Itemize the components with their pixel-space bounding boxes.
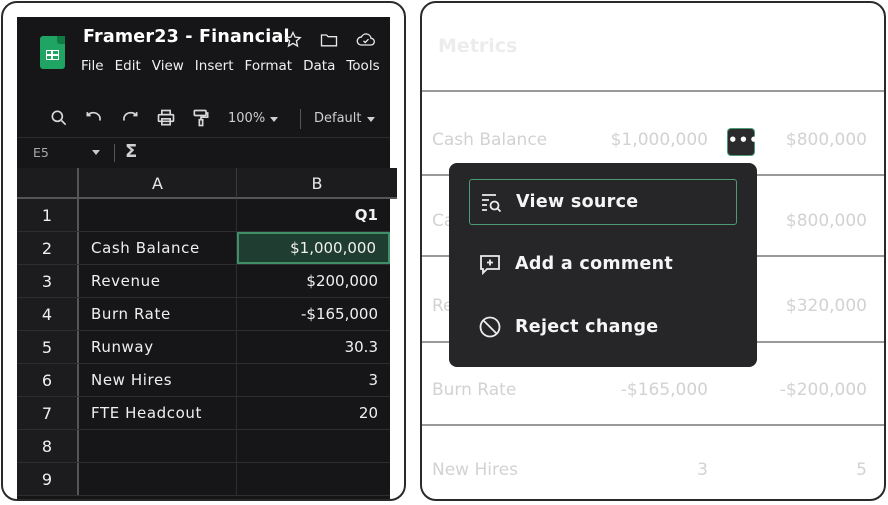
- metric-row: New Hires 3 5: [422, 424, 884, 499]
- metric-value-current: $1,000,000: [610, 130, 708, 150]
- cell[interactable]: [79, 199, 237, 231]
- menu-file[interactable]: File: [81, 58, 104, 74]
- formula-divider: [114, 144, 115, 162]
- metric-label: Burn Rate: [432, 380, 517, 400]
- cell[interactable]: FTE Headcout: [79, 397, 237, 429]
- reject-icon: [479, 316, 501, 338]
- spreadsheet-card: Framer23 - Financial File Edit View Inse…: [1, 1, 406, 501]
- cell[interactable]: Burn Rate: [79, 298, 237, 330]
- more-options-button[interactable]: •••: [727, 128, 759, 156]
- sheets-logo-icon[interactable]: [40, 36, 65, 69]
- metrics-card: Metrics Cash Balance $1,000,000 $800,000…: [420, 1, 886, 501]
- font-select[interactable]: Default: [314, 111, 362, 126]
- cloud-icon[interactable]: [353, 30, 379, 50]
- metric-value-current: -$165,000: [620, 380, 708, 400]
- menu-bar: File Edit View Insert Format Data Tools: [81, 58, 391, 74]
- cell[interactable]: Cash Balance: [79, 232, 237, 264]
- metric-label: Cash Balance: [432, 130, 548, 150]
- cell[interactable]: $200,000: [237, 265, 390, 297]
- table-row: 5 Runway 30.3: [17, 331, 390, 364]
- cell[interactable]: -$165,000: [237, 298, 390, 330]
- menu-item-reject-change[interactable]: Reject change: [469, 305, 737, 351]
- table-row: 7 FTE Headcout 20: [17, 397, 390, 430]
- document-title[interactable]: Framer23 - Financial: [83, 27, 290, 47]
- cell[interactable]: New Hires: [79, 364, 237, 396]
- table-row: 6 New Hires 3: [17, 364, 390, 397]
- metrics-title: Metrics: [438, 35, 518, 57]
- print-icon[interactable]: [156, 108, 176, 128]
- zoom-chevron-icon[interactable]: [270, 117, 278, 122]
- paint-format-icon[interactable]: [191, 108, 211, 128]
- cell[interactable]: [79, 463, 237, 495]
- selected-cell[interactable]: $1,000,000: [237, 232, 390, 264]
- row-header[interactable]: 2: [17, 232, 79, 264]
- row-header[interactable]: 3: [17, 265, 79, 297]
- row-header[interactable]: 5: [17, 331, 79, 363]
- column-header-a[interactable]: A: [79, 168, 237, 199]
- menu-item-label: Add a comment: [515, 254, 674, 274]
- toolbar: 100% Default: [17, 101, 390, 138]
- table-row: 3 Revenue $200,000: [17, 265, 390, 298]
- search-icon[interactable]: [49, 108, 69, 128]
- toolbar-divider: [300, 109, 301, 129]
- font-chevron-icon[interactable]: [367, 117, 375, 122]
- select-all-corner[interactable]: [17, 168, 79, 199]
- undo-icon[interactable]: [84, 108, 104, 128]
- metric-row: Cash Balance $1,000,000 $800,000: [422, 90, 884, 174]
- metric-value-current: 3: [697, 460, 708, 480]
- cell[interactable]: Revenue: [79, 265, 237, 297]
- star-icon[interactable]: [282, 30, 304, 50]
- cell[interactable]: 30.3: [237, 331, 390, 363]
- menu-item-label: Reject change: [515, 317, 659, 337]
- menu-tools[interactable]: Tools: [346, 58, 379, 74]
- title-bar: Framer23 - Financial File Edit View Inse…: [17, 17, 390, 101]
- table-row: 9: [17, 463, 390, 496]
- row-header[interactable]: 7: [17, 397, 79, 429]
- menu-item-add-comment[interactable]: Add a comment: [469, 242, 737, 288]
- row-header[interactable]: 6: [17, 364, 79, 396]
- cell-reference[interactable]: E5: [33, 145, 49, 160]
- menu-edit[interactable]: Edit: [115, 58, 141, 74]
- cell[interactable]: Q1: [237, 199, 390, 231]
- sigma-icon[interactable]: Σ: [125, 141, 137, 162]
- menu-item-view-source[interactable]: View source: [469, 179, 737, 225]
- menu-item-label: View source: [516, 192, 639, 212]
- spreadsheet-app: Framer23 - Financial File Edit View Inse…: [17, 17, 397, 499]
- cell[interactable]: [237, 430, 390, 462]
- metric-value-previous: -$200,000: [779, 380, 867, 400]
- row-header[interactable]: 1: [17, 199, 79, 231]
- metric-value-previous: $320,000: [785, 296, 867, 316]
- menu-data[interactable]: Data: [303, 58, 335, 74]
- column-header-b[interactable]: B: [237, 168, 397, 199]
- cell[interactable]: [237, 463, 390, 495]
- metric-value-previous: $800,000: [785, 211, 867, 231]
- table-row: 1 Q1: [17, 199, 390, 232]
- cell-grid: A B 1 Q1 2 Cash Balance $1,000,000 3 Rev…: [17, 168, 397, 499]
- cell[interactable]: 3: [237, 364, 390, 396]
- metric-value-previous: $800,000: [785, 130, 867, 150]
- table-row: 8: [17, 430, 390, 463]
- table-row: 4 Burn Rate -$165,000: [17, 298, 390, 331]
- menu-insert[interactable]: Insert: [195, 58, 234, 74]
- row-header[interactable]: 8: [17, 430, 79, 462]
- cell[interactable]: 20: [237, 397, 390, 429]
- cell[interactable]: Runway: [79, 331, 237, 363]
- menu-format[interactable]: Format: [245, 58, 293, 74]
- cell[interactable]: [79, 430, 237, 462]
- view-source-icon: [482, 194, 502, 213]
- metric-label: New Hires: [432, 460, 518, 480]
- table-row: 2 Cash Balance $1,000,000: [17, 232, 390, 265]
- metric-value-previous: 5: [856, 460, 867, 480]
- formula-bar: E5 Σ: [17, 138, 390, 169]
- folder-icon[interactable]: [318, 30, 340, 50]
- cell-ref-dropdown-icon[interactable]: [92, 150, 100, 155]
- redo-icon[interactable]: [120, 108, 140, 128]
- row-header[interactable]: 4: [17, 298, 79, 330]
- zoom-select[interactable]: 100%: [228, 111, 265, 126]
- add-comment-icon: [480, 255, 500, 276]
- context-menu: View source Add a comment Reject change: [449, 163, 757, 367]
- row-header[interactable]: 9: [17, 463, 79, 495]
- menu-view[interactable]: View: [152, 58, 184, 74]
